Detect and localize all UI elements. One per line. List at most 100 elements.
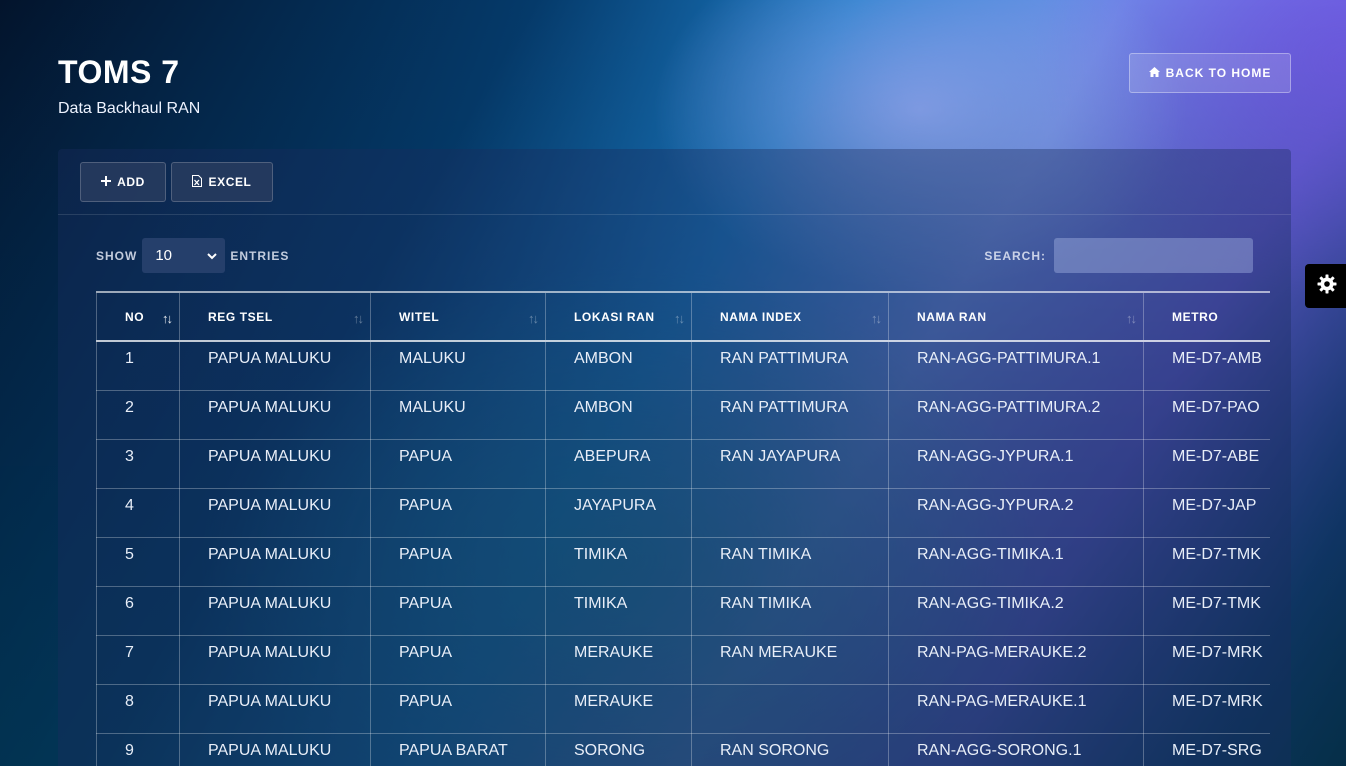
table-cell: ME-D7-JAP: [1143, 487, 1270, 538]
entries-select-value: 10: [155, 247, 173, 264]
table-cell: ME-D7-TMK: [1143, 536, 1270, 587]
page-subtitle: Data Backhaul RAN: [58, 100, 201, 117]
table-cell: ME-D7-SRG: [1143, 732, 1270, 766]
table-cell: ME-D7-TMK: [1143, 585, 1270, 636]
column-header[interactable]: LOKASI RAN ↑↓: [545, 291, 692, 342]
table-cell: RAN-AGG-SORONG.1: [888, 732, 1144, 766]
table-row: 2 PAPUA MALUKU MALUKU AMBON RAN PATTIMUR…: [96, 389, 1270, 440]
table-cell: JAYAPURA: [545, 487, 692, 538]
table-cell: RAN-AGG-TIMIKA.1: [888, 536, 1144, 587]
table-cell: AMBON: [545, 389, 692, 440]
sort-icon: ↑↓: [162, 311, 173, 326]
search-box: SEARCH:: [984, 238, 1253, 273]
table-row: 5 PAPUA MALUKU PAPUA TIMIKA RAN TIMIKA R…: [96, 536, 1270, 587]
add-button[interactable]: ADD: [80, 162, 166, 202]
table-cell: RAN-PAG-MERAUKE.2: [888, 634, 1144, 685]
table-cell: 8: [96, 683, 180, 734]
sort-icon: ↑↓: [674, 311, 685, 326]
column-header[interactable]: NAMA INDEX ↑↓: [691, 291, 889, 342]
gear-icon: [1317, 274, 1337, 299]
table-wrapper: NO ↑↓ REG TSEL ↑↓ WITEL ↑↓ LOKASI RAN ↑↓ NAM…: [96, 291, 1270, 766]
excel-button-label: EXCEL: [208, 175, 252, 189]
column-header[interactable]: WITEL ↑↓: [370, 291, 546, 342]
table-cell: PAPUA MALUKU: [179, 732, 371, 766]
chevron-down-icon: [207, 247, 218, 264]
page-title: TOMS 7: [58, 54, 180, 90]
table-cell: 7: [96, 634, 180, 685]
table-cell: PAPUA MALUKU: [179, 487, 371, 538]
table-cell: RAN PATTIMURA: [691, 389, 889, 440]
back-to-home-label: BACK TO HOME: [1165, 66, 1272, 80]
entries-select[interactable]: 10: [142, 238, 226, 273]
table-cell: MALUKU: [370, 340, 546, 391]
table-cell: PAPUA: [370, 585, 546, 636]
table-cell: PAPUA MALUKU: [179, 634, 371, 685]
table-header-row: NO ↑↓ REG TSEL ↑↓ WITEL ↑↓ LOKASI RAN ↑↓ NAM…: [96, 291, 1270, 342]
sort-icon: ↑↓: [1126, 311, 1137, 326]
data-card: ADD EXCEL SHOW 10 ENTRIES SEARCH: NO ↑↓ …: [58, 149, 1291, 766]
table-cell: 9: [96, 732, 180, 766]
table-cell: RAN PATTIMURA: [691, 340, 889, 391]
table-cell: PAPUA MALUKU: [179, 683, 371, 734]
table-cell: RAN-AGG-PATTIMURA.2: [888, 389, 1144, 440]
table-cell: PAPUA: [370, 536, 546, 587]
table-controls: SHOW 10 ENTRIES SEARCH:: [96, 238, 1253, 274]
table-cell: RAN MERAUKE: [691, 634, 889, 685]
table-cell: 5: [96, 536, 180, 587]
page-header: TOMS 7 Data Backhaul RAN: [58, 54, 200, 118]
table-cell: MERAUKE: [545, 683, 692, 734]
table-cell: RAN-AGG-TIMIKA.2: [888, 585, 1144, 636]
table-cell: ME-D7-MRK: [1143, 683, 1270, 734]
table-cell: RAN-AGG-PATTIMURA.1: [888, 340, 1144, 391]
search-label: SEARCH:: [984, 248, 1046, 263]
table-cell: PAPUA: [370, 438, 546, 489]
entries-length: SHOW 10 ENTRIES: [96, 238, 289, 273]
back-to-home-button[interactable]: BACK TO HOME: [1129, 53, 1291, 93]
table-row: 3 PAPUA MALUKU PAPUA ABEPURA RAN JAYAPUR…: [96, 438, 1270, 489]
sort-icon: ↑↓: [353, 311, 364, 326]
table-cell: 6: [96, 585, 180, 636]
data-table: NO ↑↓ REG TSEL ↑↓ WITEL ↑↓ LOKASI RAN ↑↓ NAM…: [96, 291, 1270, 766]
table-row: 1 PAPUA MALUKU MALUKU AMBON RAN PATTIMUR…: [96, 340, 1270, 391]
column-header[interactable]: METRO↑↓: [1143, 291, 1270, 342]
table-cell: 3: [96, 438, 180, 489]
table-cell: MALUKU: [370, 389, 546, 440]
table-row: 7 PAPUA MALUKU PAPUA MERAUKE RAN MERAUKE…: [96, 634, 1270, 685]
table-cell: TIMIKA: [545, 585, 692, 636]
add-button-label: ADD: [117, 175, 145, 189]
table-cell: 1: [96, 340, 180, 391]
settings-button[interactable]: [1305, 264, 1346, 308]
table-cell: RAN JAYAPURA: [691, 438, 889, 489]
table-cell: PAPUA: [370, 683, 546, 734]
table-cell: PAPUA BARAT: [370, 732, 546, 766]
table-cell: RAN SORONG: [691, 732, 889, 766]
table-cell: ME-D7-PAO: [1143, 389, 1270, 440]
card-toolbar: ADD EXCEL: [58, 149, 1291, 215]
excel-button[interactable]: EXCEL: [171, 162, 273, 202]
table-row: 8 PAPUA MALUKU PAPUA MERAUKE RAN-PAG-MER…: [96, 683, 1270, 734]
table-cell: PAPUA MALUKU: [179, 340, 371, 391]
column-header[interactable]: NAMA RAN ↑↓: [888, 291, 1144, 342]
entries-label: ENTRIES: [230, 248, 290, 263]
sort-icon: ↑↓: [871, 311, 882, 326]
table-cell: PAPUA MALUKU: [179, 389, 371, 440]
table-cell: SORONG: [545, 732, 692, 766]
search-input[interactable]: [1054, 238, 1253, 273]
column-header[interactable]: REG TSEL ↑↓: [179, 291, 371, 342]
table-cell: PAPUA MALUKU: [179, 438, 371, 489]
column-header[interactable]: NO ↑↓: [96, 291, 180, 342]
sort-icon: ↑↓: [528, 311, 539, 326]
table-cell: MERAUKE: [545, 634, 692, 685]
table-cell: PAPUA MALUKU: [179, 536, 371, 587]
table-cell: RAN TIMIKA: [691, 585, 889, 636]
table-cell: [691, 683, 889, 734]
table-cell: RAN-AGG-JYPURA.2: [888, 487, 1144, 538]
table-cell: 4: [96, 487, 180, 538]
table-row: 4 PAPUA MALUKU PAPUA JAYAPURA RAN-AGG-JY…: [96, 487, 1270, 538]
table-cell: 2: [96, 389, 180, 440]
plus-icon: [101, 175, 112, 189]
table-cell: RAN-PAG-MERAUKE.1: [888, 683, 1144, 734]
table-cell: ABEPURA: [545, 438, 692, 489]
table-cell: ME-D7-ABE: [1143, 438, 1270, 489]
table-cell: PAPUA: [370, 487, 546, 538]
